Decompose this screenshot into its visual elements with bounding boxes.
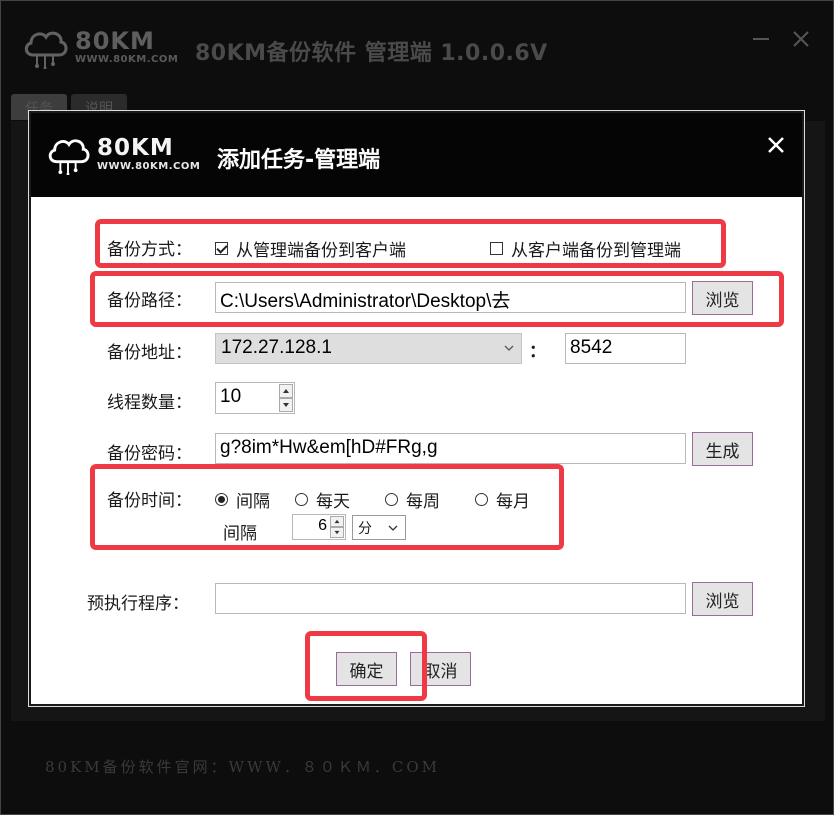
- option-label: 每天: [316, 492, 350, 512]
- pre-exec-input[interactable]: [215, 583, 686, 614]
- dialog-header: 80KM WWW.80KM.COM 添加任务-管理端: [31, 113, 802, 197]
- mode-server-to-client-option[interactable]: 从管理端备份到客户端: [215, 236, 406, 261]
- option-label: 每周: [406, 492, 440, 512]
- radio[interactable]: [475, 493, 488, 506]
- logo-site: WWW.80KM.COM: [75, 54, 179, 65]
- browse-pre-exec-button[interactable]: 浏览: [692, 582, 753, 616]
- backup-password-input[interactable]: g?8im*Hw&em[hD#FRg,g: [215, 433, 686, 464]
- cloud-logo-icon: [24, 31, 68, 69]
- backup-password-label: 备份密码：: [107, 444, 192, 464]
- radio[interactable]: [215, 493, 228, 506]
- logo-site: WWW.80KM.COM: [97, 160, 201, 172]
- backup-time-label: 备份时间：: [107, 491, 192, 511]
- stepper-arrows[interactable]: [279, 384, 293, 412]
- dialog-logo: 80KM WWW.80KM.COM: [45, 133, 200, 175]
- cancel-button[interactable]: 取消: [410, 652, 471, 686]
- thread-count-label: 线程数量：: [107, 393, 192, 413]
- option-label: 从客户端备份到管理端: [511, 241, 681, 261]
- main-titlebar: 80KM WWW.80KM.COM 80KM备份软件 管理端 1.0.0.6V: [1, 1, 833, 93]
- backup-mode-label: 备份方式：: [107, 240, 192, 260]
- stepper-arrows[interactable]: [330, 516, 344, 538]
- generate-password-button[interactable]: 生成: [692, 432, 753, 466]
- browse-path-button[interactable]: 浏览: [692, 281, 753, 315]
- backup-ip-select[interactable]: 172.27.128.1: [215, 333, 522, 364]
- main-logo: 80KM WWW.80KM.COM: [21, 25, 178, 69]
- thread-count-value: 10: [220, 386, 242, 407]
- chevron-down-icon: [504, 345, 514, 351]
- time-weekly-option[interactable]: 每周: [385, 487, 440, 512]
- option-label: 从管理端备份到客户端: [236, 241, 406, 261]
- chevron-down-icon: [388, 525, 398, 531]
- main-footer: 80KM备份软件官网：WWW．８０ＫＭ．COM: [45, 758, 441, 776]
- backup-path-label: 备份路径：: [107, 291, 192, 311]
- interval-unit-value: 分: [358, 521, 372, 537]
- thread-count-stepper[interactable]: 10: [215, 382, 295, 414]
- radio[interactable]: [385, 493, 398, 506]
- backup-ip-value: 172.27.128.1: [221, 337, 332, 358]
- stepper-down-icon[interactable]: [330, 527, 344, 538]
- interval-unit-select[interactable]: 分: [352, 515, 406, 540]
- stepper-up-icon[interactable]: [330, 516, 344, 527]
- backup-address-label: 备份地址：: [107, 343, 192, 363]
- minimize-icon[interactable]: [749, 27, 773, 51]
- time-daily-option[interactable]: 每天: [295, 487, 350, 512]
- pre-exec-label: 预执行程序：: [87, 594, 189, 614]
- interval-value: 6: [318, 517, 327, 534]
- close-icon[interactable]: [789, 27, 813, 51]
- address-separator: ：: [529, 342, 546, 362]
- main-window-title: 80KM备份软件 管理端 1.0.0.6V: [195, 41, 548, 66]
- add-task-dialog: 80KM WWW.80KM.COM 添加任务-管理端 备份方式： 从管理端备份到…: [28, 110, 805, 707]
- dialog-body: 备份方式： 从管理端备份到客户端 从客户端备份到管理端 备份路径： C:\Use…: [31, 197, 802, 704]
- ok-button[interactable]: 确定: [336, 652, 397, 686]
- time-interval-option[interactable]: 间隔: [215, 487, 270, 512]
- mode-client-to-server-option[interactable]: 从客户端备份到管理端: [490, 236, 681, 261]
- option-label: 间隔: [236, 492, 270, 512]
- close-icon[interactable]: [764, 133, 788, 157]
- checkbox[interactable]: [490, 242, 503, 255]
- radio[interactable]: [295, 493, 308, 506]
- checkbox[interactable]: [215, 242, 228, 255]
- cloud-logo-icon: [48, 139, 90, 175]
- dialog-title: 添加任务-管理端: [217, 148, 381, 173]
- interval-stepper[interactable]: 6: [292, 514, 346, 540]
- time-monthly-option[interactable]: 每月: [475, 487, 530, 512]
- backup-path-input[interactable]: C:\Users\Administrator\Desktop\去: [215, 282, 686, 313]
- logo-brand: 80KM: [75, 27, 155, 55]
- logo-brand: 80KM: [97, 134, 174, 161]
- interval-label: 间隔: [223, 524, 257, 544]
- stepper-up-icon[interactable]: [279, 384, 293, 398]
- stepper-down-icon[interactable]: [279, 398, 293, 412]
- backup-port-input[interactable]: 8542: [565, 333, 686, 364]
- option-label: 每月: [496, 492, 530, 512]
